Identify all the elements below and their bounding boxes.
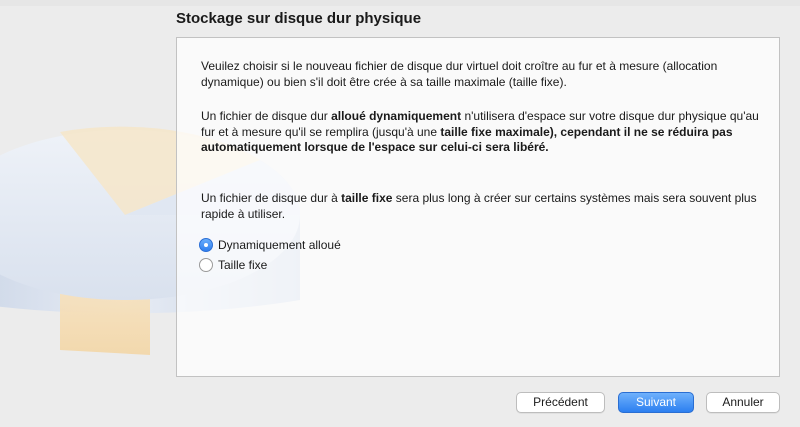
window-top-strip	[0, 0, 800, 6]
cancel-button[interactable]: Annuler	[706, 392, 780, 413]
paragraph-text: Un fichier de disque dur	[201, 109, 332, 123]
page-title: Stockage sur disque dur physique	[176, 10, 422, 27]
paragraph-bold-text: taille fixe	[341, 191, 393, 205]
dynamic-description-paragraph: Un fichier de disque dur alloué dynamiqu…	[201, 109, 761, 156]
paragraph-bold-text: alloué dynamiquement	[331, 109, 462, 123]
paragraph-text: Un fichier de disque dur à	[201, 191, 342, 205]
intro-paragraph: Veuilez choisir si le nouveau fichier de…	[201, 59, 718, 89]
radio-label: Dynamiquement alloué	[218, 238, 341, 252]
radio-fixed-size[interactable]: Taille fixe	[199, 256, 267, 274]
content-panel: Veuilez choisir si le nouveau fichier de…	[176, 37, 780, 377]
radio-dynamic-allocation[interactable]: Dynamiquement alloué	[199, 236, 341, 254]
next-button[interactable]: Suivant	[618, 392, 694, 413]
radio-label: Taille fixe	[218, 258, 268, 272]
previous-button[interactable]: Précédent	[516, 392, 605, 413]
fixed-description-paragraph: Un fichier de disque dur à taille fixe s…	[201, 191, 761, 222]
radio-selected-icon[interactable]	[199, 238, 213, 252]
radio-unselected-icon[interactable]	[199, 258, 213, 272]
